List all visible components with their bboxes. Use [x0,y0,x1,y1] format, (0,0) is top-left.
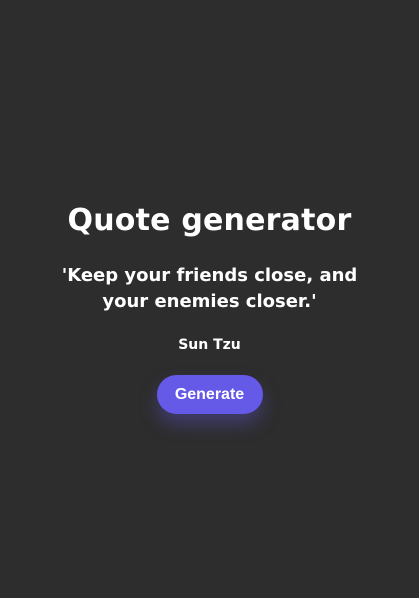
quote-text: 'Keep your friends close, and your enemi… [61,265,358,312]
quote-author: Sun Tzu [178,337,241,353]
generate-button-label: Generate [174,385,245,403]
quote-generator-app: Quote generator 'Keep your friends close… [0,0,419,598]
generate-button[interactable]: Generate [156,375,263,414]
page-title: Quote generator [67,203,352,238]
